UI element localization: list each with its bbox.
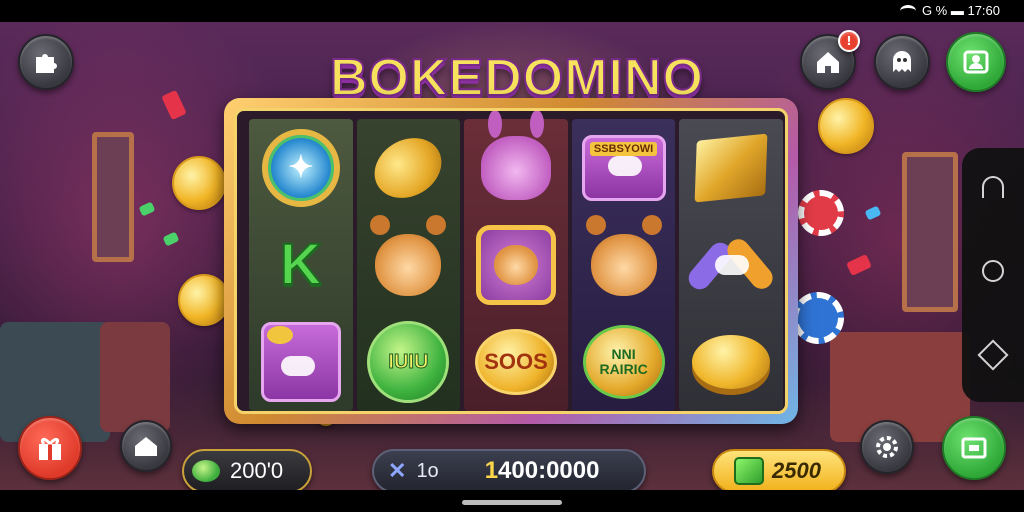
green-coin-icon: IUIU [367,321,450,404]
ghost-icon [893,51,911,72]
home-icon [817,52,839,73]
balance-value: 200'0 [230,458,284,483]
ghost-button[interactable] [874,34,930,90]
status-icons: G % ▬ 17:60 [899,3,1000,18]
gem-red [846,254,872,276]
person-icon [963,50,989,74]
home-indicator[interactable] [462,500,562,505]
home-icon [135,437,157,456]
flying-coin [178,274,230,326]
gold-ingot-icon [692,335,771,390]
balance-display: 200'0 [182,449,312,490]
back-icon[interactable] [982,176,1004,198]
cloud-icon [715,254,750,275]
win-amount-rest: 400:0000 [498,457,600,484]
bear-icon [375,233,442,296]
screen-icon [961,437,987,459]
cloud-icon [607,155,642,176]
cube-icon [734,457,764,485]
win-amount: 1400:0000 [485,457,600,485]
symbol-bear [582,223,666,307]
tag-icon [266,326,293,345]
purple-card-icon [260,322,341,403]
notification-badge: ! [838,30,860,52]
reel-1: K [249,119,353,411]
cross-icon: ✕ [388,458,407,483]
gift-icon [39,437,61,460]
puzzle-button[interactable] [18,34,74,90]
symbol-purple-card [259,320,343,404]
reel-5 [679,119,783,411]
symbol-badge-coin: NNI RAIRIC [582,320,666,404]
gem-red [161,89,187,121]
status-bar: G % ▬ 17:60 [0,0,1024,22]
puzzle-icon [36,54,57,73]
wifi-icon [899,4,916,17]
badge-line-1: NNI [611,346,636,363]
gem-blue [864,205,882,221]
system-nav-bar [962,148,1024,402]
gift-button[interactable] [18,416,82,480]
poker-chip-red [798,190,844,236]
symbol-bunny [474,126,558,210]
recents-icon[interactable] [977,339,1009,371]
sign-card-label: SSBSYOWI [589,141,658,156]
profile-button[interactable] [946,32,1006,92]
symbol-gold-coin: SOOS [474,320,558,404]
game-scene: BOKEDOMINO K [0,22,1024,490]
symbol-green-coin: IUIU [366,320,450,404]
framed-bear-icon [475,224,556,305]
badge-line-2: RAIRIC [599,361,648,378]
symbol-lemon [364,125,453,210]
slot-machine-frame: K IUIU [224,98,798,424]
gear-icon [876,436,898,458]
bet-win-panel[interactable]: ✕ 1o 1400:0000 [372,449,646,490]
win-amount-first: 1 [484,457,499,484]
symbol-bow [689,223,773,307]
wall-picture-right [902,152,958,312]
wheel-icon [261,128,340,207]
reels: K IUIU [249,119,783,411]
gem-green [138,201,156,217]
reel-4: SSBSYOWI NNI RAIRIC [571,119,676,411]
cabinet-left-2 [100,322,170,432]
gem-green [162,231,180,247]
house-button[interactable] [120,420,172,472]
slot-machine-window: K IUIU [234,108,788,414]
status-text: G % ▬ 17:60 [921,3,1000,18]
cloud-icon [280,356,315,377]
bunny-icon [480,135,551,200]
bow-icon [691,225,771,305]
home-nav-icon[interactable] [982,260,1004,282]
flying-coin [172,156,226,210]
lemon-icon [364,125,453,210]
gem-icon [192,460,220,482]
screen-button[interactable] [942,416,1006,480]
reel-2: IUIU [356,119,461,411]
symbol-sign-card: SSBSYOWI [581,126,666,210]
bottom-system-strip [0,490,1024,512]
symbol-bear [366,223,450,307]
symbol-wheel [259,126,343,210]
symbol-gold-ingot [689,320,773,404]
green-coin-text: IUIU [388,350,429,373]
bet-multiplier: 1o [416,459,439,482]
symbol-gold-bar [689,126,773,210]
wall-picture-left [92,132,134,262]
cash-display[interactable]: 2500 [712,449,846,490]
gold-coin-text: SOOS [484,349,548,375]
settings-button[interactable] [860,420,914,474]
gold-coin-icon: SOOS [474,329,557,396]
poker-chip-blue [792,292,844,344]
reel-3: SOOS [464,119,568,411]
bear-face-icon [493,244,538,285]
symbol-letter-k: K [279,231,323,298]
cash-value: 2500 [772,458,821,483]
sign-card-icon: SSBSYOWI [581,134,666,201]
symbol-framed-bear [474,223,558,307]
gold-bar-icon [694,133,768,203]
bear-icon [590,233,657,296]
badge-coin-icon: NNI RAIRIC [582,325,665,400]
flying-coin [818,98,874,154]
